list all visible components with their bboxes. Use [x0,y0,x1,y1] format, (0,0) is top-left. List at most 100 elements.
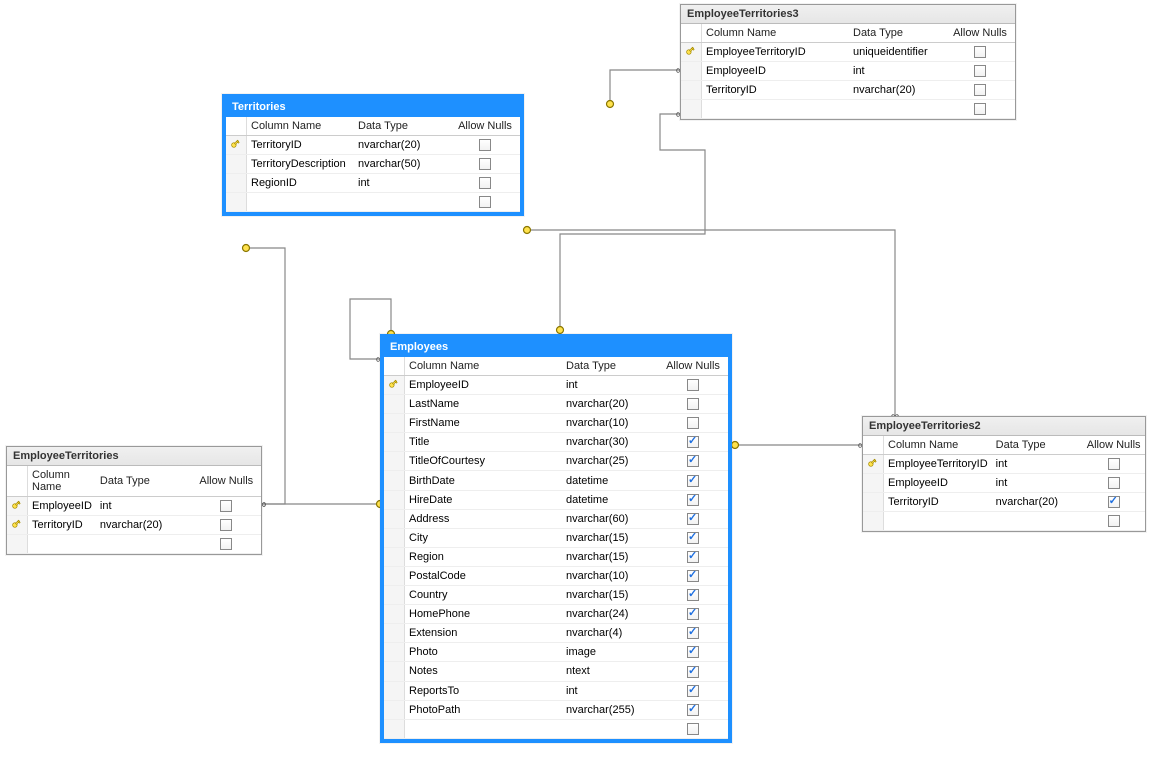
allow-nulls-checkbox[interactable] [974,65,986,77]
allow-nulls-checkbox[interactable] [687,723,699,735]
allow-null-cell[interactable] [658,662,728,681]
column-row[interactable]: EmployeeIDint [7,497,261,516]
data-type-cell[interactable]: datetime [562,490,658,509]
data-type-cell[interactable]: int [562,376,658,395]
header-allow-nulls[interactable]: Allow Nulls [1082,436,1145,455]
allow-nulls-checkbox[interactable] [687,570,699,582]
column-name-cell[interactable]: Country [405,586,563,605]
table-EmployeeTerritories3[interactable]: EmployeeTerritories3Column NameData Type… [680,4,1016,120]
allow-nulls-checkbox[interactable] [220,519,232,531]
column-row-empty[interactable] [226,193,520,212]
header-data-type[interactable]: Data Type [96,466,192,497]
row-selector[interactable] [384,586,405,605]
row-selector[interactable] [7,516,28,535]
column-row[interactable]: FirstNamenvarchar(10) [384,414,728,433]
column-row[interactable]: TerritoryIDnvarchar(20) [681,81,1015,100]
table-EmployeeTerritories2[interactable]: EmployeeTerritories2Column NameData Type… [862,416,1146,532]
allow-nulls-checkbox[interactable] [687,494,699,506]
header-column-name[interactable]: Column Name [405,357,563,376]
allow-null-cell[interactable] [450,136,520,155]
row-selector[interactable] [384,605,405,624]
allow-nulls-checkbox[interactable] [687,475,699,487]
column-row[interactable]: BirthDatedatetime [384,471,728,490]
column-row[interactable]: EmployeeTerritoryIDuniqueidentifier [681,43,1015,62]
data-type-cell[interactable]: nvarchar(10) [562,566,658,585]
allow-nulls-checkbox[interactable] [974,103,986,115]
allow-nulls-checkbox[interactable] [687,398,699,410]
column-row[interactable]: Addressnvarchar(60) [384,509,728,528]
data-type-cell[interactable]: nvarchar(60) [562,509,658,528]
header-allow-nulls[interactable]: Allow Nulls [450,117,520,136]
column-row[interactable]: EmployeeIDint [681,62,1015,81]
allow-null-cell[interactable] [658,681,728,700]
allow-null-cell[interactable] [658,414,728,433]
row-selector[interactable] [863,493,884,512]
column-row[interactable]: EmployeeIDint [384,376,728,395]
column-name-cell[interactable]: TerritoryID [28,516,96,535]
allow-nulls-checkbox[interactable] [687,685,699,697]
allow-nulls-checkbox[interactable] [687,379,699,391]
allow-null-cell[interactable] [1082,474,1145,493]
data-type-cell[interactable]: nvarchar(20) [354,136,450,155]
row-selector[interactable] [384,414,405,433]
column-row[interactable]: PostalCodenvarchar(10) [384,566,728,585]
column-name-cell[interactable]: Title [405,433,563,452]
allow-null-cell[interactable] [658,509,728,528]
column-name-cell[interactable]: PostalCode [405,566,563,585]
row-selector[interactable] [384,700,405,719]
row-selector[interactable] [384,433,405,452]
allow-null-cell[interactable] [658,452,728,471]
row-selector[interactable] [384,528,405,547]
allow-null-cell[interactable] [945,62,1015,81]
table-titlebar[interactable]: EmployeeTerritories [7,447,261,466]
header-allow-nulls[interactable]: Allow Nulls [192,466,261,497]
column-name-cell[interactable]: TerritoryID [247,136,355,155]
column-row-empty[interactable] [7,535,261,554]
column-row[interactable]: TerritoryIDnvarchar(20) [7,516,261,535]
column-name-cell[interactable]: EmployeeID [405,376,563,395]
data-type-cell[interactable]: int [562,681,658,700]
header-column-name[interactable]: Column Name [884,436,992,455]
data-type-cell[interactable]: nvarchar(15) [562,547,658,566]
column-row[interactable]: ReportsToint [384,681,728,700]
data-type-cell[interactable]: nvarchar(20) [849,81,945,100]
header-column-name[interactable]: Column Name [28,466,96,497]
allow-null-cell[interactable] [658,566,728,585]
column-row[interactable]: Notesntext [384,662,728,681]
allow-nulls-checkbox[interactable] [479,196,491,208]
allow-nulls-checkbox[interactable] [687,417,699,429]
column-row[interactable]: LastNamenvarchar(20) [384,395,728,414]
data-type-cell[interactable]: nvarchar(24) [562,605,658,624]
row-selector[interactable] [863,474,884,493]
column-name-cell[interactable]: BirthDate [405,471,563,490]
data-type-cell[interactable]: int [992,455,1083,474]
table-Employees[interactable]: EmployeesColumn NameData TypeAllow Nulls… [380,334,732,743]
allow-nulls-checkbox[interactable] [687,704,699,716]
allow-null-cell[interactable] [658,490,728,509]
allow-null-cell[interactable] [658,547,728,566]
column-row[interactable]: Countrynvarchar(15) [384,586,728,605]
column-row-empty[interactable] [681,100,1015,119]
column-row[interactable]: TitleOfCourtesynvarchar(25) [384,452,728,471]
data-type-cell[interactable]: int [96,497,192,516]
column-name-cell[interactable]: Extension [405,624,563,643]
allow-null-cell[interactable] [658,586,728,605]
data-type-cell[interactable]: nvarchar(15) [562,528,658,547]
data-type-cell[interactable]: nvarchar(20) [992,493,1083,512]
data-type-cell[interactable]: int [992,474,1083,493]
header-data-type[interactable]: Data Type [849,24,945,43]
column-name-cell[interactable]: PhotoPath [405,700,563,719]
header-column-name[interactable]: Column Name [702,24,850,43]
row-selector[interactable] [681,43,702,62]
column-name-cell[interactable]: EmployeeID [884,474,992,493]
column-name-cell[interactable]: FirstName [405,414,563,433]
row-selector[interactable] [226,136,247,155]
row-selector[interactable] [384,566,405,585]
table-titlebar[interactable]: Territories [226,98,520,117]
column-name-cell[interactable]: HireDate [405,490,563,509]
column-row-empty[interactable] [384,719,728,738]
data-type-cell[interactable]: int [354,174,450,193]
column-row[interactable]: TerritoryIDnvarchar(20) [863,493,1145,512]
row-selector[interactable] [226,155,247,174]
column-row-empty[interactable] [863,512,1145,531]
